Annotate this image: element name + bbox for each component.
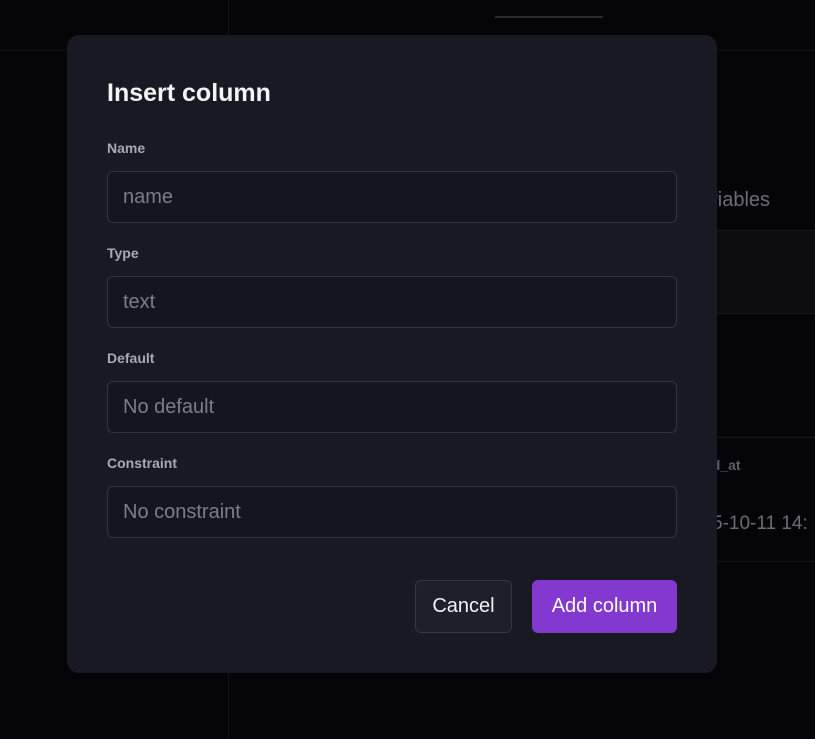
dialog-title: Insert column (107, 79, 271, 107)
default-field-group: Default (107, 350, 677, 433)
constraint-label: Constraint (107, 455, 177, 471)
type-field-group: Type (107, 245, 677, 328)
dialog-actions: Cancel Add column (415, 580, 677, 633)
insert-column-dialog: Insert column Name Type Default Constrai… (67, 35, 717, 673)
type-label: Type (107, 245, 139, 261)
constraint-field-group: Constraint (107, 455, 677, 538)
add-column-button[interactable]: Add column (532, 580, 677, 633)
cancel-button[interactable]: Cancel (415, 580, 512, 633)
type-input[interactable] (107, 276, 677, 328)
name-field-group: Name (107, 140, 677, 223)
background-active-tab-indicator (495, 16, 603, 18)
name-label: Name (107, 140, 146, 156)
default-input[interactable] (107, 381, 677, 433)
background-table-cell: 5-10-11 14: (712, 513, 808, 534)
default-label: Default (107, 350, 155, 366)
constraint-input[interactable] (107, 486, 677, 538)
name-input[interactable] (107, 171, 677, 223)
